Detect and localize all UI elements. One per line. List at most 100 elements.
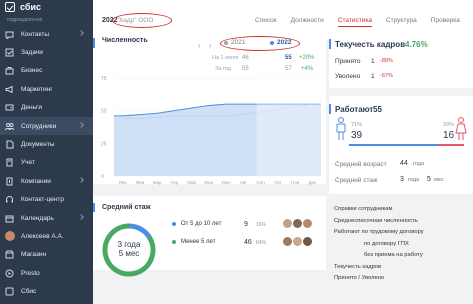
stat-label: На 1 июля [212, 55, 239, 61]
logo[interactable]: сбис [0, 0, 93, 14]
sidebar-item[interactable]: Контакт-центр [0, 191, 93, 209]
report-link[interactable]: Работают по трудовому договору [334, 227, 424, 239]
tab[interactable]: Список [255, 17, 277, 27]
report-link[interactable]: Справки сотрудникам [334, 204, 424, 216]
male-icon [336, 117, 346, 140]
x-tick-label: Июл [222, 180, 232, 185]
avatar[interactable] [293, 219, 302, 228]
female-bar [438, 144, 464, 146]
sidebar-item[interactable]: Задачи [0, 43, 93, 61]
sidebar-item[interactable]: Деньги [0, 99, 93, 117]
y-tick-label: 0 [101, 174, 104, 180]
legend-dot [172, 240, 176, 244]
stat-2021: 46 [242, 55, 249, 61]
tab[interactable]: Статистика [337, 17, 372, 27]
report-link[interactable]: Принято / Уволено [334, 273, 424, 285]
sidebar-item-label: Документы [21, 141, 55, 149]
sidebar-item[interactable]: Учет [0, 154, 93, 172]
x-tick-label: Ноя [291, 180, 300, 185]
hired-value: 1 [371, 58, 375, 65]
avatars-row [283, 219, 312, 228]
male-bar [349, 144, 438, 146]
sidebar-item[interactable]: Компании [0, 172, 93, 190]
sidebar-item[interactable]: Магазин [0, 246, 93, 264]
tabs: Список Должности Статистика Структура Провер… [255, 17, 473, 27]
sidebar-item[interactable]: Маркетинг [0, 80, 93, 98]
avatar[interactable] [303, 237, 312, 246]
hired-delta: -89% [380, 58, 393, 64]
sidebar-item-label: Контакт-центр [21, 196, 65, 204]
sidebar-item-label: Задачи [21, 49, 43, 57]
document-icon [5, 140, 14, 149]
turnover-title: Текучесть кадров [335, 40, 406, 49]
x-tick-label: Апр [170, 180, 178, 185]
megaphone-icon [5, 85, 14, 94]
sidebar-item-label: Компании [21, 177, 51, 185]
avg-tenure-label: Средний стаж [335, 177, 378, 184]
report-link[interactable]: Среднесписочная численность [334, 216, 424, 228]
sidebar-item[interactable]: Сотрудники [0, 116, 93, 136]
org-subtitle: подразделения [7, 17, 43, 23]
stat-2021: 55 [242, 66, 249, 72]
sidebar-item[interactable]: Presto [0, 264, 93, 282]
sidebar-item[interactable]: Календарь [0, 209, 93, 227]
male-pct: 71% [351, 122, 363, 128]
working-count: 55 [373, 105, 382, 114]
tenure-row-count: 46 [244, 239, 252, 246]
people-icon [5, 122, 14, 131]
stat-label: За год [215, 66, 231, 72]
tab[interactable]: Должности [291, 17, 324, 27]
tenure-row-count: 9 [244, 221, 248, 228]
briefcase-icon [5, 66, 14, 75]
female-pct: 29% [443, 122, 455, 128]
tab[interactable]: Проверка [431, 17, 460, 27]
sidebar-item[interactable]: Бизнес [0, 62, 93, 80]
avatar[interactable] [283, 237, 292, 246]
legend-2021[interactable]: 2021 [224, 39, 245, 46]
sidebar-item[interactable]: Алексеев А.А. [0, 227, 93, 245]
donut-center: 3 года 5 мес [105, 240, 153, 258]
chevron-right-icon [78, 122, 84, 128]
male-count: 39 [351, 130, 363, 141]
avg-tenure-years: 3 [400, 176, 404, 183]
calendar-icon [5, 214, 14, 223]
stat-2022: 57 [285, 66, 292, 72]
headset-icon [5, 195, 14, 204]
sidebar-item[interactable]: Контакты [0, 25, 93, 43]
report-link[interactable]: по договору ГПХ [334, 239, 424, 251]
tab[interactable]: Структура [386, 17, 417, 27]
sidebar-item[interactable]: Сбис [0, 282, 93, 300]
avatar[interactable] [283, 219, 292, 228]
sbis-logo-icon [5, 2, 15, 12]
x-tick-label: Авг [240, 180, 247, 185]
user-avatar [5, 231, 15, 242]
working-title: Работают [335, 105, 374, 114]
avatar[interactable] [303, 219, 312, 228]
sidebar-item-label: Алексеев А.А. [21, 232, 64, 240]
sidebar-item-label: Календарь [21, 214, 54, 222]
tenure-title: Средний стаж [102, 204, 151, 211]
legend-dot [172, 222, 176, 226]
avg-tenure-months-unit: мес [434, 177, 444, 183]
x-tick-label: Мар [153, 180, 162, 185]
building-icon [5, 177, 14, 186]
chevron-left-icon[interactable]: ‹ [198, 41, 201, 50]
hired-label: Принято [335, 58, 361, 65]
stat-delta: +20% [299, 55, 315, 61]
chevron-right-icon[interactable]: › [209, 41, 212, 50]
report-link[interactable]: Текучесть кадров [334, 262, 424, 274]
sidebar-item[interactable]: Документы [0, 135, 93, 153]
legend-2022[interactable]: 2022 [270, 39, 291, 46]
avatar[interactable] [293, 237, 302, 246]
tasks-icon [5, 48, 14, 57]
legend-label: 2021 [231, 39, 246, 46]
x-tick-label: Дек [309, 180, 317, 185]
accent-bar [93, 203, 95, 212]
y-tick-label: 50 [101, 109, 107, 115]
fired-label: Уволено [335, 73, 361, 80]
legend-dot [270, 40, 274, 45]
y-tick-label: 25 [101, 141, 107, 147]
sidebar: сбис подразделения Контакты Задачи Бизнес М… [0, 0, 93, 304]
report-link[interactable]: без приема на работу [334, 250, 424, 262]
sidebar-item-label: Сотрудники [21, 122, 57, 130]
